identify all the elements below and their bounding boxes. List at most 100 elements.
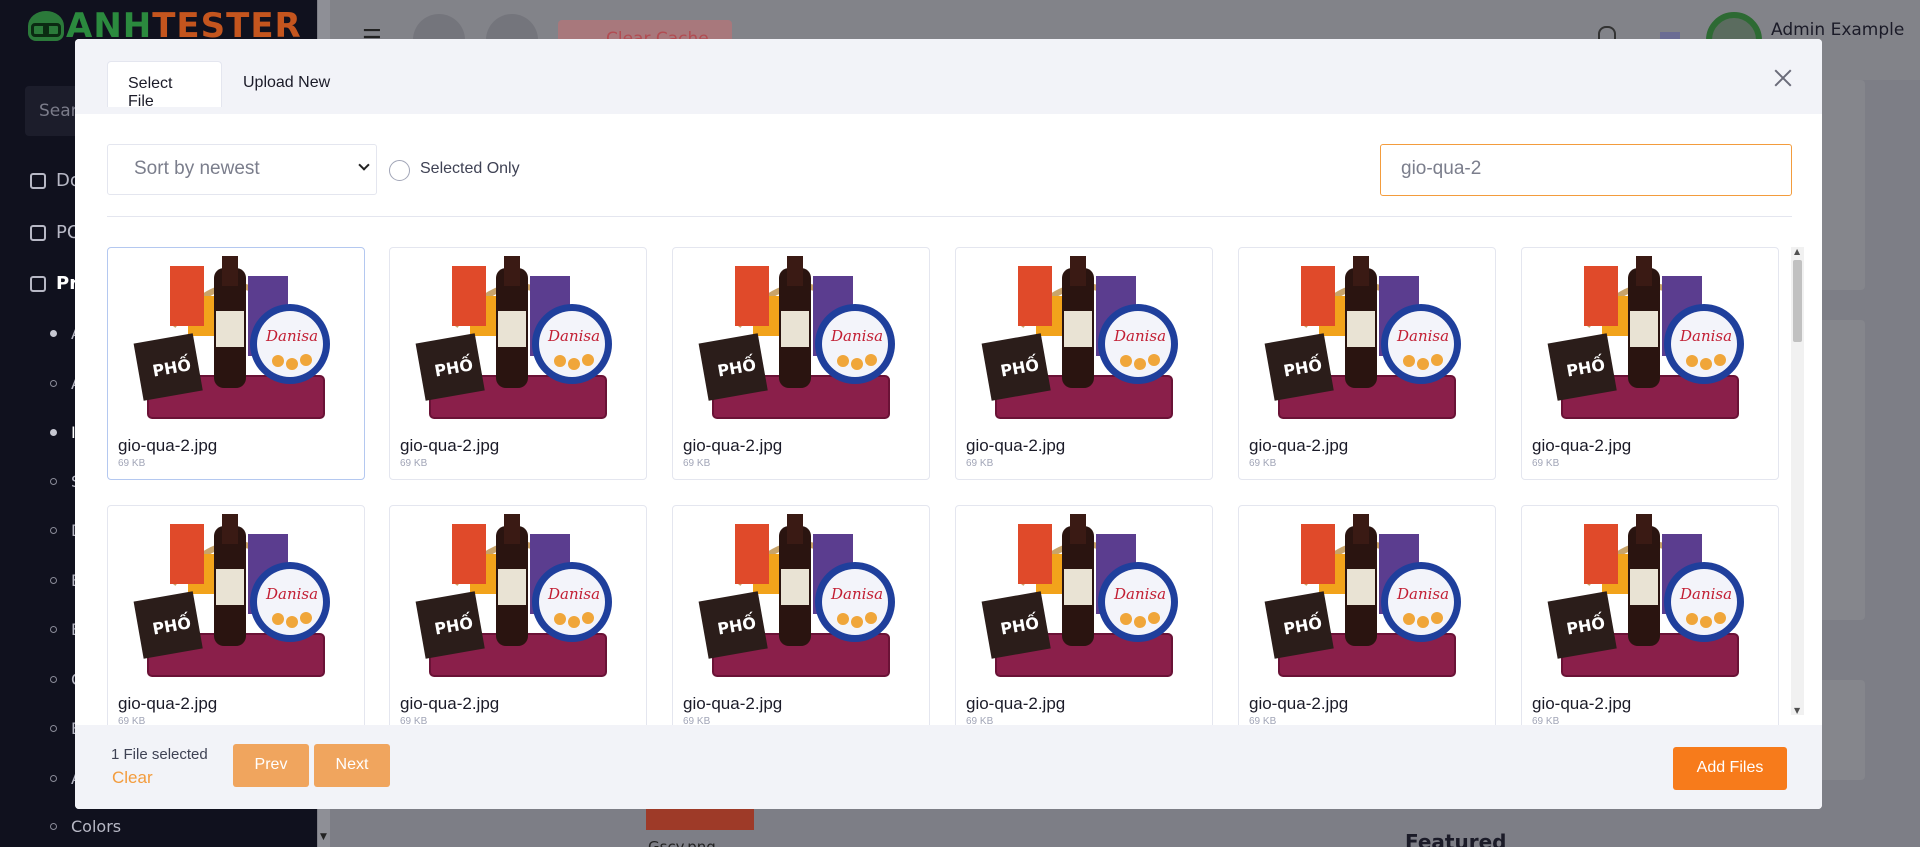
file-size: 69 KB (1532, 458, 1560, 469)
file-size: 69 KB (118, 458, 146, 469)
sort-select-value: Sort by newest (134, 158, 260, 179)
list-icon (30, 224, 46, 241)
bullet-icon (50, 380, 57, 387)
scrollbar-thumb[interactable] (1793, 260, 1802, 342)
svg-text:Danisa: Danisa (1396, 585, 1449, 603)
bullet-icon (50, 676, 57, 683)
file-thumbnail-label: Gscy.png (648, 838, 716, 847)
scroll-up-icon[interactable]: ▲ (1794, 247, 1800, 256)
file-thumbnail: PHỐ Danisa (118, 256, 354, 421)
search-input[interactable]: gio-qua-2 (1380, 144, 1792, 196)
add-files-button[interactable]: Add Files (1673, 747, 1787, 790)
file-thumbnail: PHỐ Danisa (1249, 514, 1485, 679)
close-icon[interactable] (1774, 69, 1792, 87)
file-thumbnail: PHỐ Danisa (1532, 256, 1768, 421)
selected-only-radio[interactable] (389, 160, 410, 181)
logo-icon (28, 11, 64, 41)
svg-text:Danisa: Danisa (265, 327, 318, 345)
scroll-down-icon[interactable]: ▼ (1794, 706, 1800, 715)
file-card[interactable]: PHỐ Danisa gio-qua-2.jpg 69 KB (1238, 505, 1496, 738)
file-card[interactable]: PHỐ Danisa gio-qua-2.jpg 69 KB (107, 505, 365, 738)
file-size: 69 KB (683, 458, 711, 469)
file-grid: PHỐ Danisa gio-qua-2.jpg 69 KB PHỐ Danisa… (107, 247, 1787, 753)
divider (107, 216, 1792, 217)
file-card[interactable]: PHỐ Danisa gio-qua-2.jpg 69 KB (389, 247, 647, 480)
svg-text:Danisa: Danisa (1679, 327, 1732, 345)
files-selected-count: 1 File selected (111, 746, 208, 763)
sidebar-item-products[interactable]: Pr (30, 273, 78, 294)
bullet-icon (50, 478, 57, 485)
svg-text:Danisa: Danisa (1113, 585, 1166, 603)
file-card[interactable]: PHỐ Danisa gio-qua-2.jpg 69 KB (389, 505, 647, 738)
chevron-down-icon (358, 159, 370, 171)
file-thumbnail: PHỐ Danisa (1249, 256, 1485, 421)
file-size: 69 KB (1249, 458, 1277, 469)
file-thumbnail: PHỐ Danisa (400, 514, 636, 679)
file-name: gio-qua-2.jpg (1249, 694, 1349, 713)
file-name: gio-qua-2.jpg (400, 694, 500, 713)
svg-text:Danisa: Danisa (830, 585, 883, 603)
bullet-icon (50, 626, 57, 633)
file-card[interactable]: PHỐ Danisa gio-qua-2.jpg 69 KB (1521, 247, 1779, 480)
file-name: gio-qua-2.jpg (118, 436, 218, 455)
selected-only-toggle[interactable]: Selected Only (389, 156, 520, 181)
next-button[interactable]: Next (314, 744, 390, 787)
file-card[interactable]: PHỐ Danisa gio-qua-2.jpg 69 KB (672, 247, 930, 480)
file-name: gio-qua-2.jpg (966, 694, 1066, 713)
file-thumbnail: PHỐ Danisa (400, 256, 636, 421)
file-picker-modal: Select File Upload New Sort by newest Se… (75, 39, 1822, 809)
bullet-icon (50, 823, 57, 830)
file-name: gio-qua-2.jpg (118, 694, 218, 713)
file-card[interactable]: PHỐ Danisa gio-qua-2.jpg 69 KB (107, 247, 365, 480)
svg-text:Danisa: Danisa (265, 585, 318, 603)
file-thumbnail: PHỐ Danisa (966, 256, 1202, 421)
file-card[interactable]: PHỐ Danisa gio-qua-2.jpg 69 KB (1521, 505, 1779, 738)
sidebar-item-pos[interactable]: PO (30, 222, 81, 243)
cart-icon (30, 275, 46, 292)
sidebar-subitem-colors[interactable]: Colors (50, 817, 121, 836)
tab-upload-new[interactable]: Upload New (223, 61, 350, 107)
file-card[interactable]: PHỐ Danisa gio-qua-2.jpg 69 KB (672, 505, 930, 738)
file-thumbnail: PHỐ Danisa (118, 514, 354, 679)
file-name: gio-qua-2.jpg (1532, 436, 1632, 455)
tab-select-file[interactable]: Select File (107, 61, 222, 110)
selected-only-label: Selected Only (420, 159, 520, 177)
file-name: gio-qua-2.jpg (966, 436, 1066, 455)
file-thumbnail: PHỐ Danisa (683, 514, 919, 679)
file-name: gio-qua-2.jpg (400, 436, 500, 455)
bullet-icon (50, 725, 57, 732)
prev-button[interactable]: Prev (233, 744, 309, 787)
file-size: 69 KB (966, 458, 994, 469)
sort-select[interactable]: Sort by newest (107, 144, 377, 195)
file-name: gio-qua-2.jpg (1249, 436, 1349, 455)
bullet-icon (50, 330, 57, 337)
file-name: gio-qua-2.jpg (683, 436, 783, 455)
home-icon (30, 172, 46, 189)
file-card[interactable]: PHỐ Danisa gio-qua-2.jpg 69 KB (955, 505, 1213, 738)
bullet-icon (50, 775, 57, 782)
svg-text:Danisa: Danisa (547, 585, 600, 603)
bullet-icon (50, 577, 57, 584)
scroll-down-icon[interactable]: ▼ (320, 832, 327, 842)
file-name: gio-qua-2.jpg (683, 694, 783, 713)
svg-text:Danisa: Danisa (1113, 327, 1166, 345)
svg-text:Danisa: Danisa (830, 327, 883, 345)
bullet-icon (50, 429, 57, 436)
file-grid-scrollbar[interactable]: ▲ ▼ (1791, 247, 1804, 715)
modal-header: Select File Upload New (75, 39, 1822, 114)
svg-text:Danisa: Danisa (1396, 327, 1449, 345)
file-thumbnail: PHỐ Danisa (966, 514, 1202, 679)
file-size: 69 KB (400, 458, 428, 469)
featured-heading: Featured (1405, 830, 1507, 847)
file-thumbnail: PHỐ Danisa (683, 256, 919, 421)
file-thumbnail: PHỐ Danisa (1532, 514, 1768, 679)
bullet-icon (50, 527, 57, 534)
clear-selection-link[interactable]: Clear (112, 768, 153, 788)
file-card[interactable]: PHỐ Danisa gio-qua-2.jpg 69 KB (1238, 247, 1496, 480)
sidebar-item-dashboard[interactable]: Do (30, 170, 81, 191)
file-name: gio-qua-2.jpg (1532, 694, 1632, 713)
svg-text:Danisa: Danisa (1679, 585, 1732, 603)
admin-name[interactable]: Admin Example (1771, 20, 1904, 40)
file-card[interactable]: PHỐ Danisa gio-qua-2.jpg 69 KB (955, 247, 1213, 480)
svg-text:Danisa: Danisa (547, 327, 600, 345)
